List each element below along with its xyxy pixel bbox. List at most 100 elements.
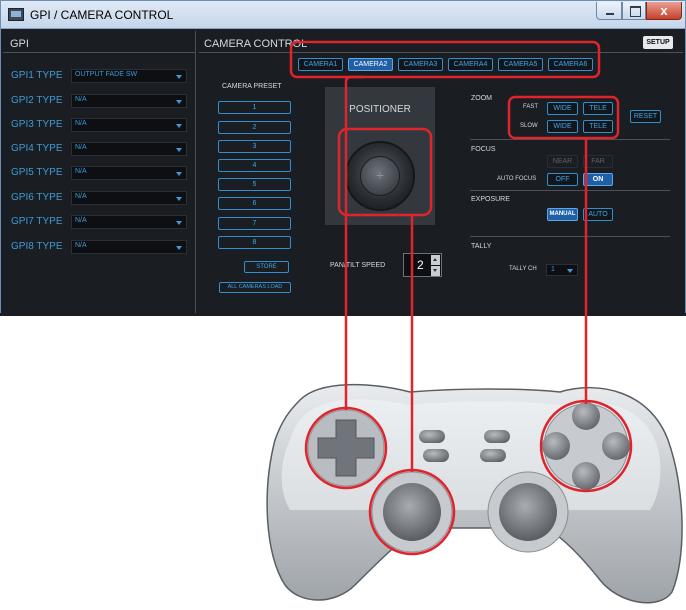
gpi1-value: OUTPUT FADE SW: [75, 71, 138, 78]
gpi4-label: GPI4 TYPE: [11, 143, 63, 154]
tab-camera2[interactable]: CAMERA2: [348, 58, 393, 71]
face-buttons-well: [543, 403, 629, 489]
maximize-button[interactable]: [622, 2, 646, 20]
dpad-well: [307, 409, 385, 487]
left-stick-highlight: [368, 468, 456, 556]
preset-5-button[interactable]: 5: [218, 178, 291, 191]
select-button-upper: [419, 430, 445, 443]
right-stick-well: [487, 471, 569, 553]
focus-near-button[interactable]: NEAR: [547, 155, 578, 168]
zoom-reset-button[interactable]: RESET: [630, 110, 661, 123]
gpi2-value: N/A: [75, 96, 87, 103]
exposure-manual-button[interactable]: MANUAL: [547, 208, 578, 221]
exposure-auto-button[interactable]: AUTO: [583, 208, 613, 221]
chevron-down-icon: [176, 221, 182, 225]
left-stick-well: [371, 471, 453, 553]
app-icon: [8, 8, 24, 21]
gpi2-type-select[interactable]: N/A: [71, 94, 187, 108]
chevron-down-icon: [176, 246, 182, 250]
joystick-knob-icon[interactable]: [360, 156, 400, 196]
close-button[interactable]: x: [646, 2, 682, 20]
tally-ch-select[interactable]: 1: [546, 264, 578, 276]
exposure-title: EXPOSURE: [471, 196, 510, 203]
face-buttons-highlight: [539, 399, 633, 493]
gpi5-value: N/A: [75, 168, 87, 175]
gpi4-type-select[interactable]: N/A: [71, 142, 187, 156]
store-button[interactable]: STORE: [244, 261, 289, 273]
gpi7-type-select[interactable]: N/A: [71, 215, 187, 229]
tally-ch-label: TALLY CH: [509, 266, 537, 272]
tab-camera5[interactable]: CAMERA5: [498, 58, 543, 71]
zoom-fast-wide-button[interactable]: WIDE: [547, 102, 578, 115]
preset-2-button[interactable]: 2: [218, 121, 291, 134]
auto-focus-label: AUTO FOCUS: [497, 176, 537, 182]
gpi4-value: N/A: [75, 144, 87, 151]
gpi3-type-select[interactable]: N/A: [71, 118, 187, 132]
tab-camera6[interactable]: CAMERA6: [548, 58, 593, 71]
preset-6-button[interactable]: 6: [218, 197, 291, 210]
gpi6-value: N/A: [75, 193, 87, 200]
pan-tilt-speed-value: 2: [417, 258, 424, 272]
camera-control-divider: [199, 52, 683, 53]
gpi3-value: N/A: [75, 120, 87, 127]
tab-camera4[interactable]: CAMERA4: [448, 58, 493, 71]
tab-camera1[interactable]: CAMERA1: [298, 58, 343, 71]
gpi-panel-title: GPI: [10, 38, 29, 50]
all-cameras-load-button[interactable]: ALL CAMERAS LOAD: [219, 282, 291, 293]
gpi5-type-select[interactable]: N/A: [71, 166, 187, 180]
zoom-slow-wide-button[interactable]: WIDE: [547, 120, 578, 133]
gpi1-type-select[interactable]: OUTPUT FADE SW: [71, 69, 187, 83]
zoom-title: ZOOM: [471, 95, 492, 102]
gpi2-label: GPI2 TYPE: [11, 95, 63, 106]
zoom-slow-tele-button[interactable]: TELE: [583, 120, 613, 133]
gpi3-label: GPI3 TYPE: [11, 119, 63, 130]
window-title: GPI / CAMERA CONTROL: [30, 8, 174, 22]
chevron-down-icon: [176, 124, 182, 128]
exposure-divider: [470, 236, 670, 237]
gpi5-label: GPI5 TYPE: [11, 167, 63, 178]
gpi7-value: N/A: [75, 217, 87, 224]
focus-divider: [470, 190, 670, 191]
chevron-down-icon: [567, 269, 573, 273]
dpad-icon: [317, 419, 375, 477]
preset-3-button[interactable]: 3: [218, 140, 291, 153]
preset-4-button[interactable]: 4: [218, 159, 291, 172]
chevron-down-icon: [176, 148, 182, 152]
spin-down-icon[interactable]: [431, 266, 440, 276]
pan-tilt-speed-stepper[interactable]: 2: [403, 253, 442, 277]
pan-tilt-joystick[interactable]: [345, 141, 415, 211]
auto-focus-on-button[interactable]: ON: [583, 173, 613, 186]
start-button-upper: [484, 430, 510, 443]
gpi6-label: GPI6 TYPE: [11, 192, 63, 203]
tally-title: TALLY: [471, 243, 492, 250]
zoom-fast-tele-button[interactable]: TELE: [583, 102, 613, 115]
chevron-down-icon: [176, 172, 182, 176]
gpi8-type-select[interactable]: N/A: [71, 240, 187, 254]
select-button-lower: [423, 449, 449, 462]
chevron-down-icon: [176, 197, 182, 201]
gamepad-body: [266, 383, 683, 604]
minimize-button[interactable]: [596, 2, 622, 20]
spin-up-icon[interactable]: [431, 255, 440, 265]
gpi1-label: GPI1 TYPE: [11, 70, 63, 81]
zoom-fast-label: FAST: [523, 104, 539, 110]
focus-title: FOCUS: [471, 146, 496, 153]
auto-focus-off-button[interactable]: OFF: [547, 173, 578, 186]
left-analog-stick: [383, 483, 441, 541]
gpi6-type-select[interactable]: N/A: [71, 191, 187, 205]
preset-8-button[interactable]: 8: [218, 236, 291, 249]
face-button-top: [572, 402, 600, 430]
preset-1-button[interactable]: 1: [218, 101, 291, 114]
dpad-highlight: [304, 406, 388, 490]
positioner-panel: POSITIONER: [325, 87, 435, 225]
title-bar: GPI / CAMERA CONTROL x: [1, 1, 685, 29]
face-button-bottom: [572, 462, 600, 490]
focus-far-button[interactable]: FAR: [583, 155, 613, 168]
gpi7-label: GPI7 TYPE: [11, 216, 63, 227]
chevron-down-icon: [176, 75, 182, 79]
setup-button[interactable]: SETUP: [643, 36, 673, 49]
pan-tilt-speed-label: PAN/TILT SPEED: [330, 262, 386, 269]
tab-camera3[interactable]: CAMERA3: [398, 58, 443, 71]
preset-7-button[interactable]: 7: [218, 217, 291, 230]
gpi8-label: GPI8 TYPE: [11, 241, 63, 252]
